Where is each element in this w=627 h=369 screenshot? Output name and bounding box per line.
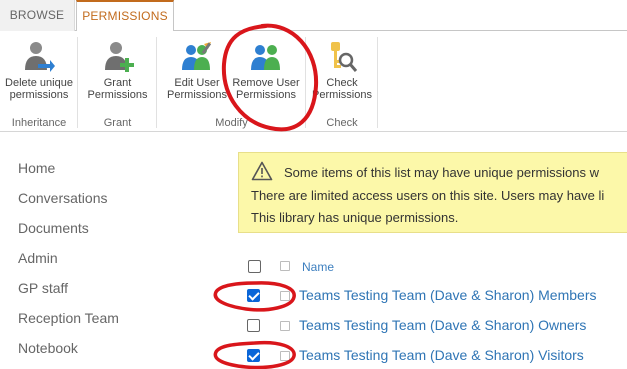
tab-permissions[interactable]: PERMISSIONS [76,0,174,32]
delete-unique-permissions-icon [25,42,55,72]
row-1-type-checkbox [280,291,290,301]
check-permissions-button[interactable]: Check Permissions [306,36,378,106]
ribbon-group-inheritance: Delete unique permissions Inheritance [0,31,78,132]
group-link-visitors[interactable]: Teams Testing Team (Dave & Sharon) Visit… [299,347,584,363]
ribbon-tab-bar: BROWSE PERMISSIONS [0,0,627,32]
grant-permissions-icon [104,42,134,72]
group-link-owners[interactable]: Teams Testing Team (Dave & Sharon) Owner… [299,317,586,333]
delete-unique-permissions-button[interactable]: Delete unique permissions [0,36,78,106]
row-3-type-checkbox [280,351,290,361]
left-navigation: Home Conversations Documents Admin GP st… [18,158,218,368]
ribbon-group-check: Check Permissions Check [306,31,378,132]
tab-browse[interactable]: BROWSE [0,0,75,31]
nav-item-gp-staff[interactable]: GP staff [18,278,218,308]
status-message-unique-items: Some items of this list may have unique … [284,165,600,180]
column-header-name[interactable]: Name [302,260,334,274]
ribbon-group-grant: Grant Permissions Grant [78,31,157,132]
nav-item-documents[interactable]: Documents [18,218,218,248]
status-message-limited-access: There are limited access users on this s… [251,188,605,203]
check-label-2: Permissions [312,89,372,101]
remove-user-label-1: Remove User [232,77,300,89]
group-label-grant: Grant [103,117,132,129]
group-label-inheritance: Inheritance [11,117,67,129]
delete-unique-label-2: permissions [9,89,69,101]
edit-user-label-1: Edit User [174,77,220,89]
status-message-unique-library: This library has unique permissions. [251,210,459,225]
check-permissions-icon [331,42,358,72]
group-separator [377,37,378,128]
edit-user-label-2: Permissions [167,89,227,101]
header-type-checkbox[interactable] [280,261,290,271]
nav-item-home[interactable]: Home [18,158,218,188]
edit-user-permissions-icon [182,42,212,70]
nav-item-conversations[interactable]: Conversations [18,188,218,218]
group-label-modify: Modify [215,117,248,129]
row-2-type-checkbox [280,321,290,331]
nav-item-notebook[interactable]: Notebook [18,338,218,368]
select-all-checkbox[interactable] [248,260,261,273]
row-2-checkbox[interactable] [247,319,260,332]
edit-user-permissions-button[interactable]: Edit User Permissions [161,36,233,106]
nav-item-admin[interactable]: Admin [18,248,218,278]
grant-permissions-button[interactable]: Grant Permissions [78,36,157,106]
status-bar: Some items of this list may have unique … [238,152,627,233]
row-3-checkbox[interactable] [247,349,260,362]
warning-icon [251,161,273,181]
grant-label-2: Permissions [87,89,148,101]
remove-user-permissions-icon [251,45,280,70]
ribbon-group-modify: Edit User Permissions Remove User Permis… [157,31,306,132]
group-link-members[interactable]: Teams Testing Team (Dave & Sharon) Membe… [299,287,597,303]
grant-label-1: Grant [103,77,132,89]
remove-user-permissions-button[interactable]: Remove User Permissions [229,36,303,106]
check-label-1: Check [326,77,358,89]
remove-user-label-2: Permissions [236,89,296,101]
nav-item-reception-team[interactable]: Reception Team [18,308,218,338]
group-label-check: Check [326,117,358,129]
delete-unique-label-1: Delete unique [5,77,73,89]
row-1-checkbox[interactable] [247,289,260,302]
ribbon: Delete unique permissions Inheritance Gr… [0,31,627,132]
